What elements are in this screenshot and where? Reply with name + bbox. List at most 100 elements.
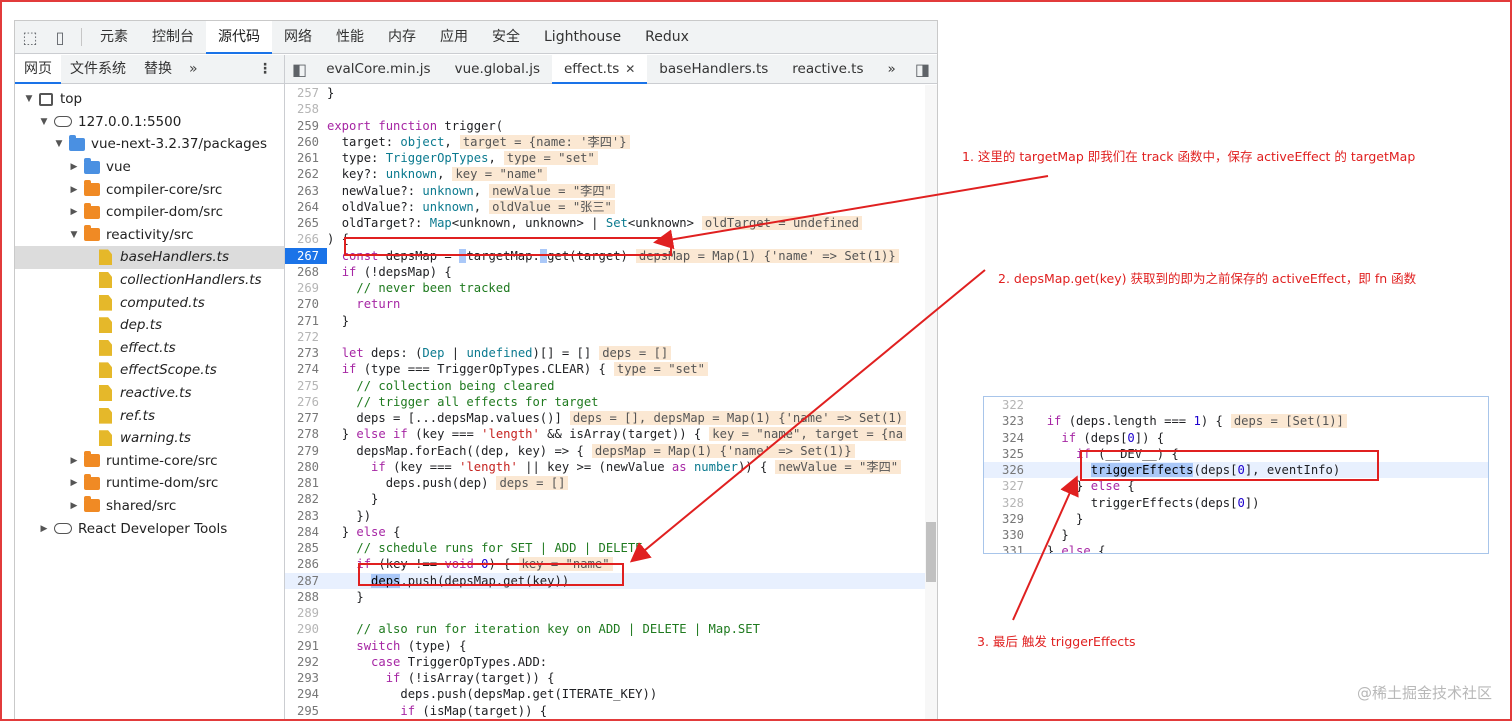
devtools-tab-1[interactable]: 控制台 xyxy=(140,21,206,54)
tree-item[interactable]: ▶ vue xyxy=(15,156,284,179)
line-number[interactable]: 273 xyxy=(285,345,327,361)
tab-page[interactable]: 网页 xyxy=(15,54,61,84)
line-number[interactable]: 261 xyxy=(285,150,327,166)
line-number[interactable]: 284 xyxy=(285,524,327,540)
line-number[interactable]: 323 xyxy=(984,413,1032,429)
line-number[interactable]: 325 xyxy=(984,446,1032,462)
inspect-element-icon[interactable]: ⬚ xyxy=(15,21,45,54)
line-number[interactable]: 275 xyxy=(285,378,327,394)
line-number[interactable]: 270 xyxy=(285,296,327,312)
line-number[interactable]: 267 xyxy=(285,247,327,264)
tree-item[interactable]: dep.ts xyxy=(15,314,284,337)
line-number[interactable]: 331 xyxy=(984,543,1032,553)
tab-filesystem[interactable]: 文件系统 xyxy=(61,55,135,84)
more-files-icon[interactable]: » xyxy=(876,55,908,84)
line-number[interactable]: 257 xyxy=(285,85,327,101)
editor-tab[interactable]: evalCore.min.js xyxy=(314,55,442,84)
toggle-navigator-icon[interactable]: ◧ xyxy=(285,55,314,84)
tree-item[interactable]: baseHandlers.ts xyxy=(15,246,284,269)
tree-item[interactable]: ▼ vue-next-3.2.37/packages xyxy=(15,133,284,156)
line-number[interactable]: 324 xyxy=(984,430,1032,446)
line-number[interactable]: 290 xyxy=(285,621,327,637)
devtools-tab-2[interactable]: 源代码 xyxy=(206,21,272,54)
line-number[interactable]: 285 xyxy=(285,540,327,556)
expand-arrow-icon[interactable]: ▼ xyxy=(68,230,80,240)
devtools-tab-8[interactable]: Lighthouse xyxy=(532,21,633,54)
editor-tab[interactable]: effect.ts ✕ xyxy=(551,54,648,84)
line-number[interactable]: 263 xyxy=(285,183,327,199)
line-number[interactable]: 274 xyxy=(285,361,327,377)
line-number[interactable]: 296 xyxy=(285,719,327,721)
line-number[interactable]: 294 xyxy=(285,686,327,702)
line-number[interactable]: 330 xyxy=(984,527,1032,543)
line-number[interactable]: 282 xyxy=(285,491,327,507)
editor-tab[interactable]: reactive.ts xyxy=(780,55,875,84)
toggle-debugger-icon[interactable]: ◨ xyxy=(908,55,937,84)
tree-item[interactable]: effectScope.ts xyxy=(15,359,284,382)
line-number[interactable]: 278 xyxy=(285,426,327,442)
tree-item[interactable]: reactive.ts xyxy=(15,382,284,405)
line-number[interactable]: 277 xyxy=(285,410,327,426)
line-number[interactable]: 265 xyxy=(285,215,327,231)
line-number[interactable]: 288 xyxy=(285,589,327,605)
line-number[interactable]: 272 xyxy=(285,329,327,345)
devtools-tab-0[interactable]: 元素 xyxy=(88,21,140,54)
expand-arrow-icon[interactable]: ▶ xyxy=(68,207,80,217)
expand-arrow-icon[interactable]: ▶ xyxy=(68,501,80,511)
line-number[interactable]: 259 xyxy=(285,118,327,134)
devtools-tab-7[interactable]: 安全 xyxy=(480,21,532,54)
line-number[interactable]: 291 xyxy=(285,638,327,654)
line-number[interactable]: 280 xyxy=(285,459,327,475)
tree-item[interactable]: effect.ts xyxy=(15,337,284,360)
line-number[interactable]: 292 xyxy=(285,654,327,670)
line-number[interactable]: 268 xyxy=(285,264,327,280)
tree-item[interactable]: ▶ runtime-dom/src xyxy=(15,472,284,495)
line-number[interactable]: 293 xyxy=(285,670,327,686)
tree-item[interactable]: ▼ top xyxy=(15,88,284,111)
line-number[interactable]: 271 xyxy=(285,313,327,329)
expand-arrow-icon[interactable]: ▼ xyxy=(53,139,65,149)
line-number[interactable]: 327 xyxy=(984,478,1032,494)
tree-item[interactable]: ▶ compiler-core/src xyxy=(15,178,284,201)
device-toolbar-icon[interactable]: ▯ xyxy=(45,21,75,54)
menu-icon[interactable]: ⋮ xyxy=(246,61,284,77)
line-number[interactable]: 286 xyxy=(285,556,327,572)
line-number[interactable]: 262 xyxy=(285,166,327,182)
line-number[interactable]: 258 xyxy=(285,101,327,117)
devtools-tab-3[interactable]: 网络 xyxy=(272,21,324,54)
tree-item[interactable]: ▶ React Developer Tools xyxy=(15,517,284,540)
line-number[interactable]: 289 xyxy=(285,605,327,621)
tree-item[interactable]: ref.ts xyxy=(15,404,284,427)
line-number[interactable]: 260 xyxy=(285,134,327,150)
line-number[interactable]: 329 xyxy=(984,511,1032,527)
line-number[interactable]: 279 xyxy=(285,443,327,459)
tree-item[interactable]: ▶ compiler-dom/src xyxy=(15,201,284,224)
line-number[interactable]: 326 xyxy=(984,462,1032,478)
expand-arrow-icon[interactable]: ▶ xyxy=(68,478,80,488)
line-number[interactable]: 276 xyxy=(285,394,327,410)
line-number[interactable]: 287 xyxy=(285,573,327,589)
tree-item[interactable]: collectionHandlers.ts xyxy=(15,269,284,292)
expand-arrow-icon[interactable]: ▶ xyxy=(68,185,80,195)
tree-item[interactable]: ▼ 127.0.0.1:5500 xyxy=(15,111,284,134)
tree-item[interactable]: warning.ts xyxy=(15,427,284,450)
close-tab-icon[interactable]: ✕ xyxy=(625,62,635,76)
tree-item[interactable]: ▼ reactivity/src xyxy=(15,224,284,247)
line-number[interactable]: 269 xyxy=(285,280,327,296)
scrollbar-thumb[interactable] xyxy=(926,522,936,582)
editor-tab[interactable]: baseHandlers.ts xyxy=(647,55,780,84)
tree-item[interactable]: computed.ts xyxy=(15,291,284,314)
tree-item[interactable]: ▶ shared/src xyxy=(15,495,284,518)
code-area[interactable]: 257} 258 259 export function trigger(260 ta… xyxy=(285,85,937,720)
line-number[interactable]: 328 xyxy=(984,495,1032,511)
devtools-tab-6[interactable]: 应用 xyxy=(428,21,480,54)
line-number[interactable]: 266 xyxy=(285,231,327,247)
line-number[interactable]: 281 xyxy=(285,475,327,491)
expand-arrow-icon[interactable]: ▼ xyxy=(23,94,35,104)
editor-tab[interactable]: vue.global.js xyxy=(443,55,552,84)
expand-arrow-icon[interactable]: ▶ xyxy=(38,524,50,534)
expand-arrow-icon[interactable]: ▼ xyxy=(38,117,50,127)
devtools-tab-5[interactable]: 内存 xyxy=(376,21,428,54)
devtools-tab-9[interactable]: Redux xyxy=(633,21,701,54)
tab-overrides[interactable]: 替换 xyxy=(135,55,181,84)
